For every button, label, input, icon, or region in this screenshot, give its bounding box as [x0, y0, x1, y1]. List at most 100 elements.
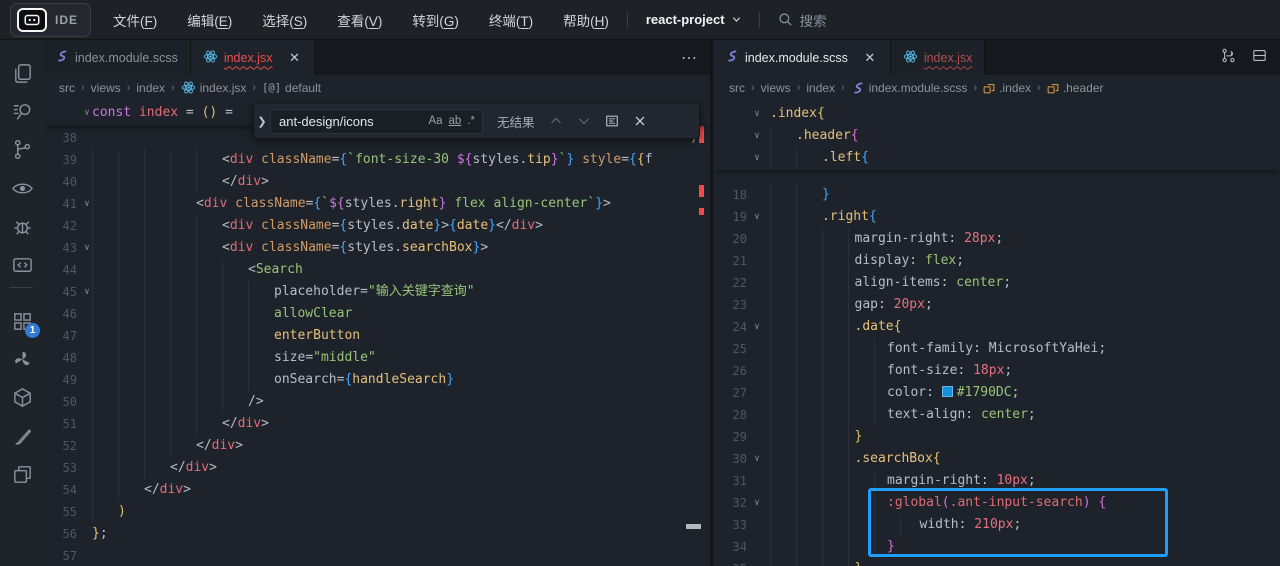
- find-in-selection-icon[interactable]: [605, 114, 619, 128]
- code-line-57[interactable]: 57: [43, 545, 710, 566]
- global-search[interactable]: 搜索: [778, 10, 827, 30]
- menu-item-1[interactable]: 编辑(E): [187, 10, 232, 30]
- code-line-39[interactable]: 39<div className={`font-size-30 ${styles…: [43, 149, 710, 171]
- windows-layers-icon[interactable]: [9, 461, 35, 487]
- code-line-40[interactable]: 40</div>: [43, 171, 710, 193]
- tab-index.module.scss[interactable]: index.module.scss: [43, 40, 191, 75]
- breadcrumb-item-src[interactable]: src: [729, 81, 745, 95]
- breadcrumb-item-index[interactable]: index: [806, 81, 835, 95]
- find-collapse-icon[interactable]: ❯: [254, 115, 270, 128]
- whole-word-toggle[interactable]: ab: [446, 113, 465, 129]
- breadcrumb-item-src[interactable]: src: [59, 81, 75, 95]
- tab-close-icon[interactable]: ✕: [862, 50, 878, 66]
- code-line-28[interactable]: 28text-align: center;: [713, 404, 1280, 426]
- ai-pinwheel-icon[interactable]: [9, 346, 35, 372]
- find-close-icon[interactable]: [633, 114, 647, 128]
- code-line-43[interactable]: 43∨<div className={styles.searchBox}>: [43, 237, 710, 259]
- explorer-icon[interactable]: [9, 60, 35, 86]
- menu-item-4[interactable]: 转到(G): [412, 10, 459, 30]
- code-line-26[interactable]: 26font-size: 18px;: [713, 360, 1280, 382]
- code-line-54[interactable]: 54</div>: [43, 479, 710, 501]
- breadcrumb-item-index[interactable]: index: [136, 81, 165, 95]
- find-input[interactable]: [279, 114, 425, 129]
- code-line-20[interactable]: 20margin-right: 28px;: [713, 228, 1280, 250]
- fold-chevron-icon[interactable]: ∨: [750, 316, 764, 338]
- breadcrumb-item-.header[interactable]: .header: [1047, 81, 1104, 95]
- code-line-51[interactable]: 51</div>: [43, 413, 710, 435]
- fold-chevron-icon[interactable]: ∨: [750, 147, 764, 169]
- menu-item-5[interactable]: 终端(T): [489, 10, 533, 30]
- menu-item-0[interactable]: 文件(F): [113, 10, 157, 30]
- editor-right[interactable]: ∨.index{∨.header{∨.left{ 18}19∨.right{20…: [713, 100, 1280, 566]
- code-line-21[interactable]: 21display: flex;: [713, 250, 1280, 272]
- debug-bug-icon[interactable]: [9, 213, 35, 239]
- sticky-line-0[interactable]: ∨.index{: [713, 103, 1280, 125]
- fold-chevron-icon[interactable]: ∨: [750, 125, 764, 147]
- code-line-25[interactable]: 25font-family: MicrosoftYaHei;: [713, 338, 1280, 360]
- brush-icon[interactable]: [9, 423, 35, 449]
- code-line-27[interactable]: 27color: #1790DC;: [713, 382, 1280, 404]
- code-line-34[interactable]: 34}: [713, 536, 1280, 558]
- code-line-24[interactable]: 24∨.date{: [713, 316, 1280, 338]
- code-line-29[interactable]: 29}: [713, 426, 1280, 448]
- preview-eye-icon[interactable]: [9, 175, 35, 201]
- package-cube-icon[interactable]: [9, 384, 35, 410]
- fold-chevron-icon[interactable]: ∨: [750, 492, 764, 514]
- code-line-47[interactable]: 47enterButton: [43, 325, 710, 347]
- find-previous-icon[interactable]: [549, 114, 563, 128]
- tab-index.jsx[interactable]: index.jsx: [891, 40, 986, 75]
- code-line-30[interactable]: 30∨.searchBox{: [713, 448, 1280, 470]
- search-icon[interactable]: [9, 98, 35, 124]
- project-picker[interactable]: react-project: [646, 12, 741, 27]
- code-line-56[interactable]: 56};: [43, 523, 710, 545]
- fold-chevron-icon[interactable]: ∨: [750, 448, 764, 470]
- code-line-35[interactable]: 35}: [713, 558, 1280, 566]
- match-case-toggle[interactable]: Aa: [425, 113, 445, 129]
- code-line-44[interactable]: 44<Search: [43, 259, 710, 281]
- regex-toggle[interactable]: .*: [464, 113, 478, 129]
- menu-item-3[interactable]: 查看(V): [337, 10, 382, 30]
- tab-close-icon[interactable]: ✕: [286, 50, 302, 66]
- editor-left[interactable]: ∨const index = () = 38),39<div className…: [43, 100, 710, 566]
- source-control-icon[interactable]: [9, 136, 35, 162]
- sticky-line-1[interactable]: ∨.header{: [713, 125, 1280, 147]
- fold-chevron-icon[interactable]: ∨: [750, 103, 764, 125]
- menu-item-6[interactable]: 帮助(H): [563, 10, 609, 30]
- breadcrumb-item-index.jsx[interactable]: index.jsx: [181, 80, 247, 95]
- code-line-41[interactable]: 41∨<div className={`${styles.right} flex…: [43, 193, 710, 215]
- code-line-33[interactable]: 33width: 210px;: [713, 514, 1280, 536]
- code-line-42[interactable]: 42<div className={styles.date}>{date}</d…: [43, 215, 710, 237]
- tab-index.jsx[interactable]: index.jsx✕: [191, 40, 316, 75]
- breadcrumb-item-views[interactable]: views: [91, 81, 121, 95]
- find-next-icon[interactable]: [577, 114, 591, 128]
- find-results-count: 无结果: [497, 112, 535, 131]
- code-line-55[interactable]: 55): [43, 501, 710, 523]
- code-line-23[interactable]: 23gap: 20px;: [713, 294, 1280, 316]
- tab-index.module.scss[interactable]: index.module.scss✕: [713, 40, 891, 75]
- fold-chevron-icon[interactable]: ∨: [80, 102, 94, 124]
- breadcrumb-item-index.module.scss[interactable]: index.module.scss: [851, 81, 968, 95]
- code-line-22[interactable]: 22align-items: center;: [713, 272, 1280, 294]
- code-line-19[interactable]: 19∨.right{: [713, 206, 1280, 228]
- code-line-50[interactable]: 50/>: [43, 391, 710, 413]
- code-line-31[interactable]: 31margin-right: 10px;: [713, 470, 1280, 492]
- code-line-48[interactable]: 48size="middle": [43, 347, 710, 369]
- screen-code-icon[interactable]: [9, 252, 35, 278]
- sticky-line-2[interactable]: ∨.left{: [713, 147, 1280, 169]
- breadcrumb-item-views[interactable]: views: [761, 81, 791, 95]
- code-line-52[interactable]: 52</div>: [43, 435, 710, 457]
- compare-changes-icon[interactable]: [1220, 47, 1237, 69]
- code-line-45[interactable]: 45∨placeholder="输入关键字查询": [43, 281, 710, 303]
- code-line-32[interactable]: 32∨:global(.ant-input-search) {: [713, 492, 1280, 514]
- split-editor-icon[interactable]: [1251, 47, 1268, 69]
- more-actions-icon[interactable]: ⋯: [681, 48, 698, 68]
- code-line-18[interactable]: 18}: [713, 184, 1280, 206]
- code-line-49[interactable]: 49onSearch={handleSearch}: [43, 369, 710, 391]
- code-line-46[interactable]: 46allowClear: [43, 303, 710, 325]
- menu-item-2[interactable]: 选择(S): [262, 10, 307, 30]
- code-line-53[interactable]: 53</div>: [43, 457, 710, 479]
- breadcrumb-item-.index[interactable]: .index: [983, 81, 1031, 95]
- fold-chevron-icon[interactable]: ∨: [750, 206, 764, 228]
- extensions-icon[interactable]: 1: [9, 308, 35, 334]
- breadcrumb-item-default[interactable]: [@]default: [262, 81, 321, 95]
